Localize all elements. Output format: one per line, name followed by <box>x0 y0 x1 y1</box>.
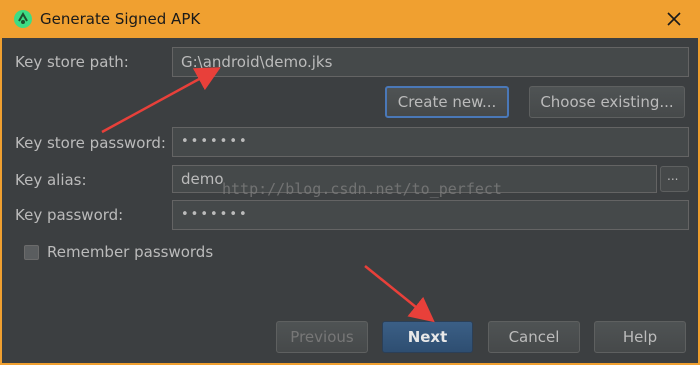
key-store-path-label: Key store path: <box>15 53 129 71</box>
key-store-password-input[interactable]: ••••••• <box>172 127 689 157</box>
choose-existing-button[interactable]: Choose existing... <box>529 86 685 118</box>
key-password-input[interactable]: ••••••• <box>172 200 689 230</box>
remember-passwords-checkbox[interactable] <box>24 245 39 260</box>
close-icon[interactable] <box>666 11 682 27</box>
key-alias-label: Key alias: <box>15 171 87 189</box>
android-studio-icon <box>14 10 32 28</box>
key-alias-browse-button[interactable]: ... <box>660 166 689 192</box>
annotation-arrow-path <box>101 67 221 134</box>
cancel-button[interactable]: Cancel <box>488 321 580 353</box>
ellipsis-icon: ... <box>667 169 679 183</box>
window-title: Generate Signed APK <box>40 10 201 28</box>
key-store-password-label: Key store password: <box>15 134 166 152</box>
title-bar: Generate Signed APK <box>2 0 700 38</box>
next-button[interactable]: Next <box>382 321 473 353</box>
help-button[interactable]: Help <box>594 321 686 353</box>
annotation-arrow-next <box>364 265 435 323</box>
key-store-path-input[interactable]: G:\android\demo.jks <box>172 47 689 77</box>
remember-passwords-label: Remember passwords <box>47 243 214 261</box>
create-new-button[interactable]: Create new... <box>385 86 509 118</box>
dialog-window: Generate Signed APK Key store path: G:\a… <box>0 0 700 365</box>
watermark-text: http://blog.csdn.net/to_perfect <box>222 180 502 198</box>
previous-button[interactable]: Previous <box>276 321 368 353</box>
key-password-label: Key password: <box>15 206 124 224</box>
